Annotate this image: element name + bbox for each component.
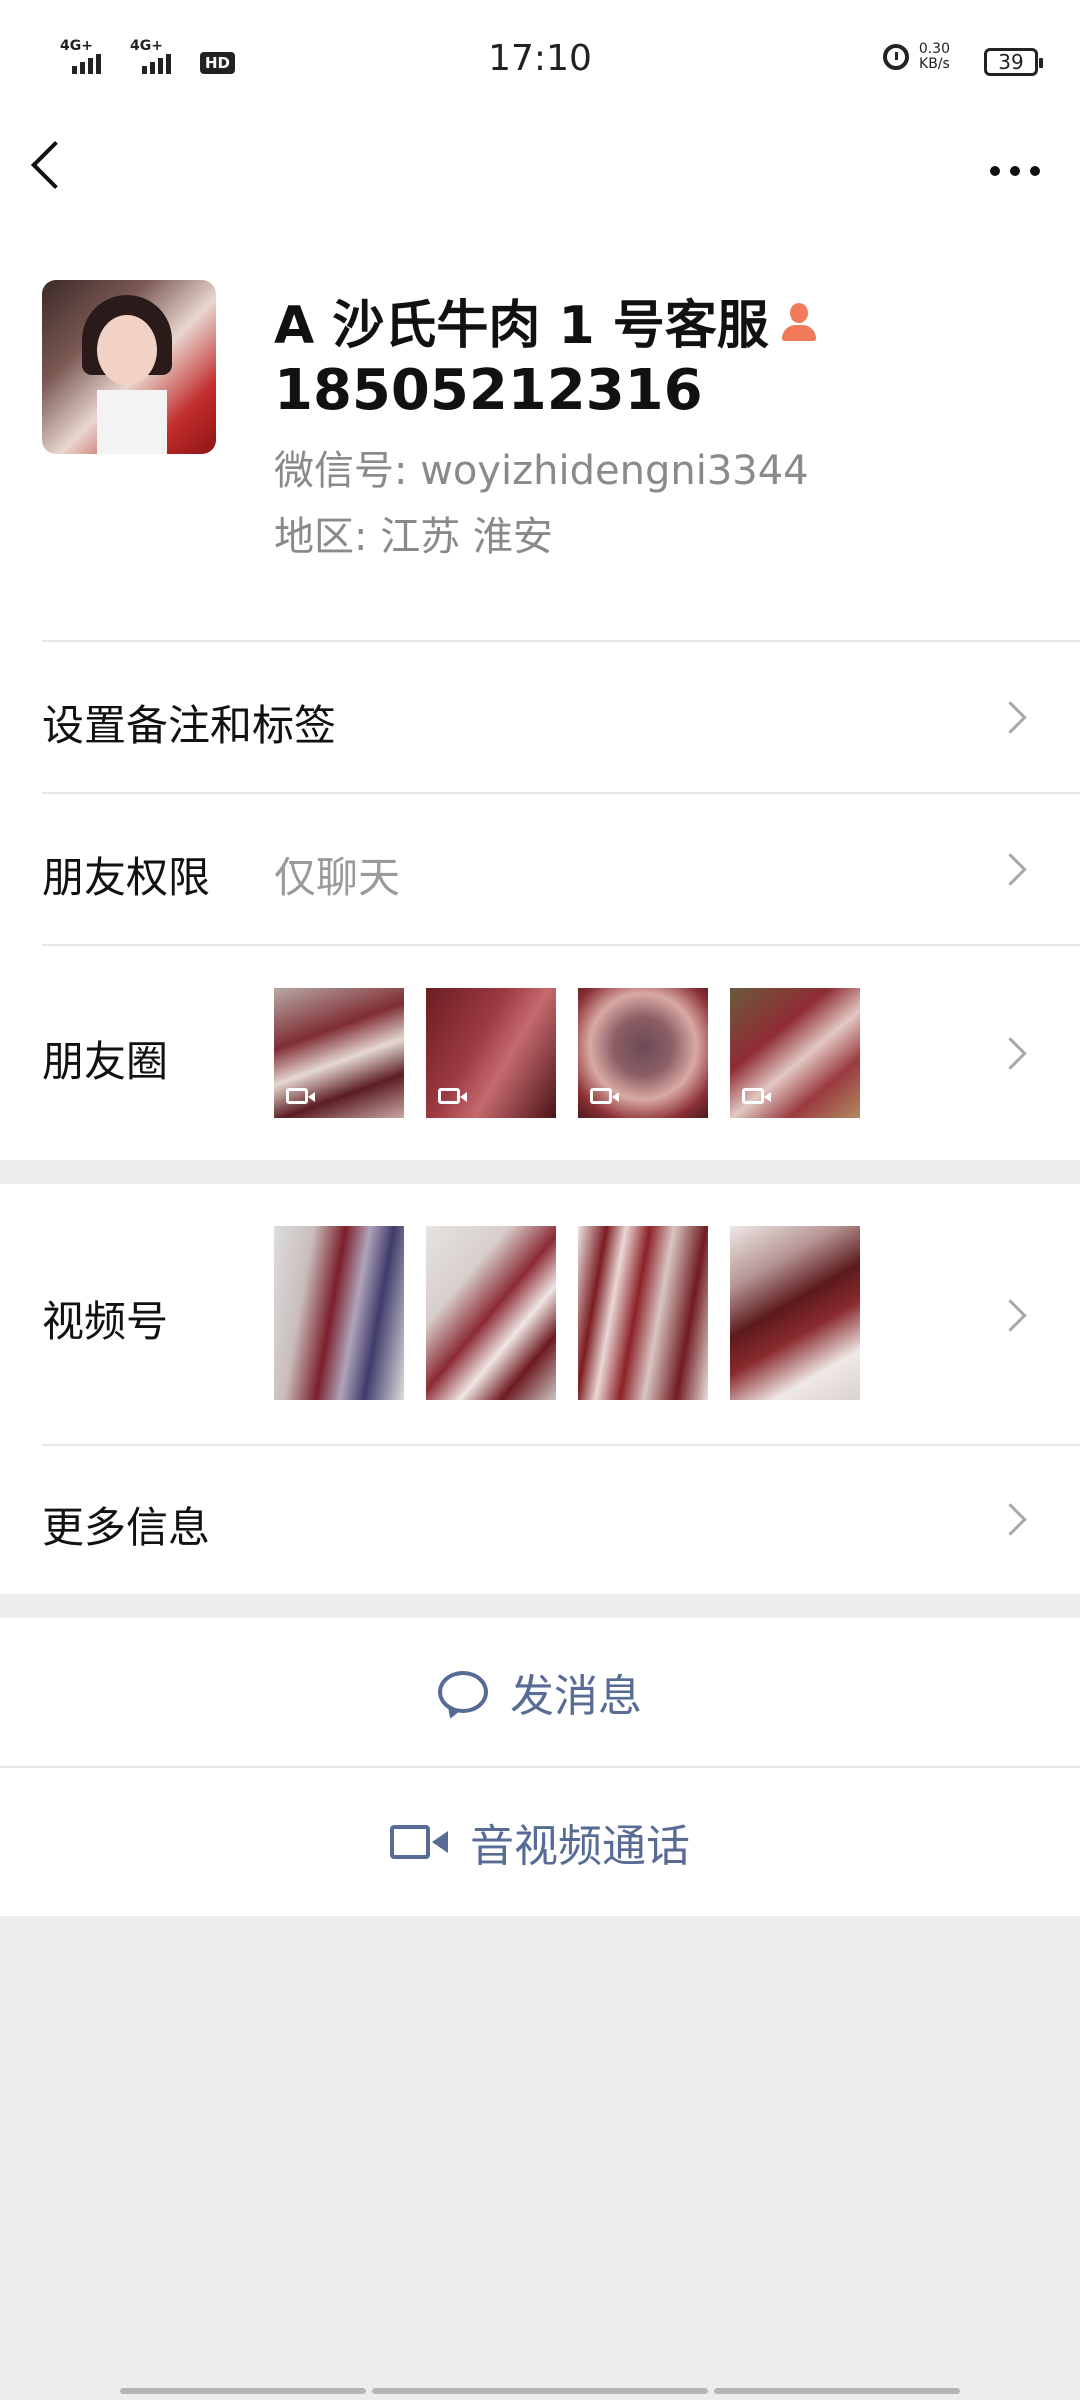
battery-icon: 39 [984, 48, 1043, 76]
chevron-right-icon [994, 1037, 1027, 1070]
avatar[interactable] [42, 280, 216, 454]
row-remark-tags[interactable]: 设置备注和标签 [0, 640, 1080, 792]
gesture-bar-segment [120, 2388, 366, 2394]
row-remark-label: 设置备注和标签 [42, 701, 337, 750]
channel-thumbnail [274, 1226, 404, 1400]
status-right-group: 0.30 KB/s [882, 42, 950, 72]
net-speed-unit: KB/s [919, 56, 950, 72]
channel-thumbnail [578, 1226, 708, 1400]
row-more-info-label: 更多信息 [42, 1503, 211, 1552]
video-indicator-icon [438, 1088, 467, 1104]
net-speed-value: 0.30 [918, 41, 950, 57]
wechat-id: 微信号: woyizhidengni3344 [274, 448, 809, 494]
alarm-clock-icon [882, 44, 909, 70]
channel-thumbnail [426, 1226, 556, 1400]
contact-name-line: A 沙氏牛肉 1 号客服 [274, 283, 819, 358]
row-permission-value: 仅聊天 [274, 853, 401, 902]
contact-badge-icon [779, 301, 819, 341]
gesture-bar-segment [714, 2388, 960, 2394]
video-camera-icon [390, 1823, 448, 1861]
more-icon[interactable] [990, 166, 1040, 176]
region: 地区: 江苏 淮安 [274, 514, 553, 560]
chevron-right-icon [994, 853, 1027, 886]
contact-name: A 沙氏牛肉 1 号客服 [274, 296, 769, 356]
row-friend-permission[interactable]: 朋友权限 仅聊天 [0, 792, 1080, 944]
moments-thumbnail [730, 988, 860, 1118]
row-permission-label: 朋友权限 [42, 853, 211, 902]
row-moments[interactable]: 朋友圈 [0, 944, 1080, 1160]
row-more-info[interactable]: 更多信息 [0, 1444, 1080, 1594]
gesture-bar-segment [372, 2388, 708, 2394]
chevron-right-icon [994, 701, 1027, 734]
channel-thumbnail [730, 1226, 860, 1400]
chevron-right-icon [994, 1299, 1027, 1332]
moments-thumbnail [274, 988, 404, 1118]
contact-phone: 18505212316 [274, 358, 703, 423]
audio-video-call-button[interactable]: 音视频通话 [0, 1768, 1080, 1916]
chat-bubble-icon [438, 1671, 488, 1713]
row-channels-label: 视频号 [42, 1297, 169, 1346]
send-message-label: 发消息 [510, 1671, 642, 1722]
send-message-button[interactable]: 发消息 [0, 1618, 1080, 1766]
row-channels[interactable]: 视频号 [0, 1184, 1080, 1444]
row-moments-label: 朋友圈 [42, 1037, 169, 1086]
moments-thumbnail [426, 988, 556, 1118]
moments-thumbnail [578, 988, 708, 1118]
video-indicator-icon [742, 1088, 771, 1104]
network-speed: 0.30 KB/s [919, 42, 950, 72]
nav-bar [0, 120, 1080, 250]
video-indicator-icon [590, 1088, 619, 1104]
video-indicator-icon [286, 1088, 315, 1104]
audio-video-call-label: 音视频通话 [470, 1821, 690, 1872]
chevron-right-icon [994, 1503, 1027, 1536]
